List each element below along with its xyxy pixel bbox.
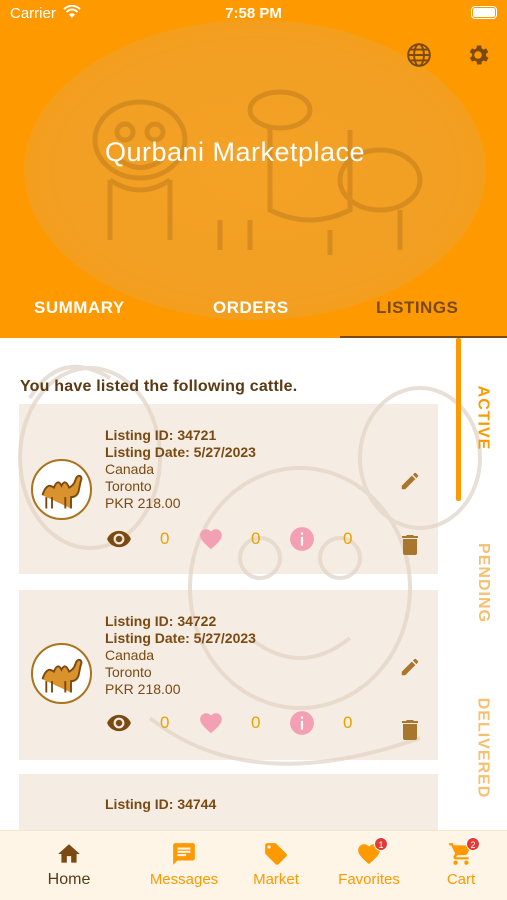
- listing-date: Listing Date: 5/27/2023: [105, 444, 256, 460]
- cart-icon-wrap: 2: [448, 837, 480, 867]
- nav-cart[interactable]: 2 Cart: [416, 837, 506, 888]
- listing-city: Toronto: [105, 478, 152, 494]
- nav-favorites[interactable]: 1 Favorites: [324, 837, 414, 888]
- listings-intro-text: You have listed the following cattle.: [20, 378, 298, 395]
- listing-country: Canada: [105, 461, 155, 477]
- status-bar: Carrier 7:58 PM: [0, 0, 507, 30]
- views-count: 0: [160, 713, 170, 732]
- listing-id: Listing ID: 34721: [105, 427, 217, 443]
- listings-panel[interactable]: You have listed the following cattle. Li…: [0, 338, 507, 830]
- globe-icon[interactable]: [406, 42, 432, 68]
- listing-country: Canada: [105, 647, 155, 663]
- heart-icon: [200, 713, 222, 734]
- camel-icon: [41, 658, 83, 693]
- tab-listings[interactable]: LISTINGS: [376, 298, 458, 318]
- likes-count: 0: [251, 713, 261, 732]
- nav-label: Home: [47, 871, 91, 888]
- favorites-badge: 1: [374, 837, 388, 851]
- listing-price: PKR 218.00: [105, 681, 181, 697]
- nav-label: Market: [253, 871, 299, 888]
- camel-avatar: [31, 459, 92, 520]
- listing-date: Listing Date: 5/27/2023: [105, 630, 256, 646]
- listing-card[interactable]: Listing ID: 34744: [19, 774, 438, 830]
- listing-card[interactable]: Listing ID: 34721 Listing Date: 5/27/202…: [19, 404, 438, 574]
- tab-orders[interactable]: ORDERS: [213, 298, 289, 318]
- info-icon: [290, 527, 314, 551]
- bottom-navigation: Home Messages Market 1 Favorites 2 Cart: [0, 830, 507, 900]
- listing-city: Toronto: [105, 664, 152, 680]
- app-title: Qurbani Marketplace: [104, 137, 366, 167]
- nav-market[interactable]: Market: [231, 841, 321, 888]
- listing-price: PKR 218.00: [105, 495, 181, 511]
- nav-messages[interactable]: Messages: [139, 841, 229, 888]
- side-tab-pending[interactable]: PENDING: [458, 533, 507, 633]
- cart-badge: 2: [466, 837, 480, 851]
- edit-icon[interactable]: [399, 470, 421, 492]
- eye-icon: [107, 530, 131, 548]
- app-header: Carrier 7:58 PM Qurbani Marketplace SUMM…: [0, 0, 507, 338]
- side-tab-label: DELIVERED: [474, 697, 492, 799]
- message-icon: [173, 843, 195, 865]
- trash-icon[interactable]: [401, 718, 419, 740]
- side-tab-delivered[interactable]: DELIVERED: [458, 683, 507, 813]
- side-tab-active[interactable]: ACTIVE: [458, 378, 507, 458]
- listing-id: Listing ID: 34722: [105, 613, 217, 629]
- info-count: 0: [343, 529, 353, 548]
- info-icon: [290, 711, 314, 735]
- side-tab-label: ACTIVE: [474, 385, 492, 451]
- edit-icon[interactable]: [399, 656, 421, 678]
- tab-summary[interactable]: SUMMARY: [34, 298, 125, 318]
- camel-avatar: [31, 643, 92, 704]
- gear-icon[interactable]: [465, 42, 491, 68]
- heart-icon: [200, 529, 222, 550]
- likes-count: 0: [251, 529, 261, 548]
- nav-home[interactable]: Home: [24, 841, 114, 889]
- views-count: 0: [160, 529, 170, 548]
- tag-icon: [265, 843, 287, 865]
- nav-label: Favorites: [338, 871, 400, 888]
- info-count: 0: [343, 713, 353, 732]
- side-tab-selected-indicator: [456, 338, 461, 501]
- nav-label: Messages: [149, 871, 219, 888]
- listing-details: Listing ID: 34721 Listing Date: 5/27/202…: [105, 427, 256, 512]
- status-time: 7:58 PM: [225, 5, 282, 22]
- side-tab-label: PENDING: [474, 543, 492, 623]
- top-tab-bar: SUMMARY ORDERS LISTINGS: [0, 290, 507, 338]
- camel-icon: [41, 474, 83, 509]
- nav-label: Cart: [446, 871, 476, 888]
- listing-card[interactable]: Listing ID: 34722 Listing Date: 5/27/202…: [19, 590, 438, 760]
- favorites-icon-wrap: 1: [356, 837, 388, 867]
- listing-status-tabs: ACTIVE PENDING DELIVERED: [458, 338, 507, 830]
- trash-icon[interactable]: [401, 533, 419, 555]
- listing-details: Listing ID: 34722 Listing Date: 5/27/202…: [105, 613, 256, 698]
- home-icon: [58, 844, 80, 863]
- eye-icon: [107, 714, 131, 732]
- battery-icon: [471, 6, 497, 19]
- listing-id: Listing ID: 34744: [105, 796, 217, 812]
